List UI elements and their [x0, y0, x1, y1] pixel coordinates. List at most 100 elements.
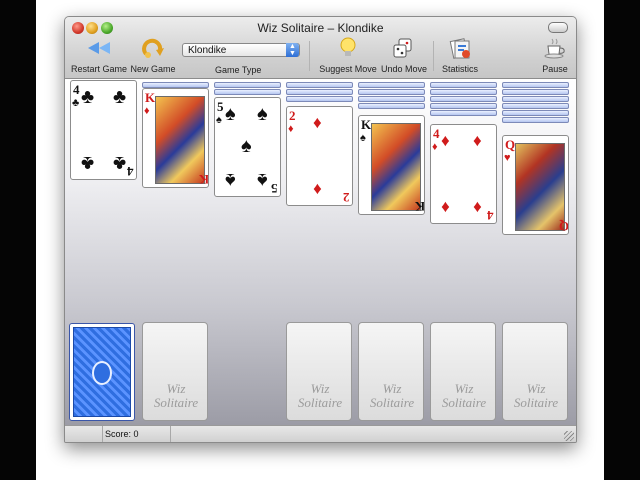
face-down-card — [502, 117, 569, 123]
waste-pile-slot[interactable]: Wiz Solitaire — [142, 322, 208, 421]
new-game-button[interactable]: New Game — [128, 37, 178, 74]
undo-move-button[interactable]: Undo Move — [380, 37, 428, 74]
desktop-left-bar — [0, 0, 36, 480]
foundation-slot-1[interactable]: Wiz Solitaire — [286, 322, 352, 421]
queen-face-art — [515, 143, 565, 231]
rewind-icon — [86, 37, 112, 59]
card-rank: 2 — [289, 108, 296, 123]
slot-watermark: Wiz Solitaire — [291, 382, 349, 410]
slot-watermark: Wiz Solitaire — [147, 382, 205, 410]
slot-watermark: Wiz Solitaire — [435, 382, 493, 410]
card-suit: ♦ — [432, 141, 438, 153]
card-suit: ♥ — [504, 152, 511, 164]
wm-line2: Solitaire — [153, 395, 199, 410]
face-down-card — [430, 103, 497, 109]
wm-line2: Solitaire — [441, 395, 487, 410]
card-pip: ♠ — [257, 103, 268, 125]
pause-button[interactable]: Pause — [535, 37, 575, 74]
slot-watermark: Wiz Solitaire — [363, 382, 421, 410]
wm-line1: Wiz — [382, 381, 402, 396]
face-down-card — [358, 89, 425, 95]
card-pip: ♣ — [113, 152, 127, 174]
card-rank: 5 — [217, 99, 224, 114]
king-face-art — [155, 96, 205, 184]
tableau-card-5[interactable]: K ♠ K — [358, 115, 425, 215]
card-rank: 4 — [127, 164, 134, 179]
game-type-select[interactable]: Klondike ▲ ▼ — [182, 43, 300, 57]
face-down-card — [502, 96, 569, 102]
wm-line1: Wiz — [526, 381, 546, 396]
card-pip: ♠ — [257, 169, 268, 191]
card-pip: ♦ — [313, 180, 322, 199]
foundation-slot-3[interactable]: Wiz Solitaire — [430, 322, 496, 421]
card-suit: ♦ — [144, 105, 150, 117]
card-rank: 4 — [433, 126, 440, 141]
face-down-card — [502, 110, 569, 116]
status-bar: Score: 0 — [65, 425, 576, 442]
coffee-cup-icon — [542, 37, 568, 59]
tableau-card-3[interactable]: 5 ♠ ♠ ♠ ♠ ♠ ♠ 5 — [214, 97, 281, 197]
tableau-card-2[interactable]: K ♦ K — [142, 88, 209, 188]
card-rank: 4 — [487, 208, 494, 223]
statistics-label: Statistics — [441, 64, 478, 74]
app-window: Wiz Solitaire – Klondike Restart Game Ne… — [64, 16, 577, 443]
toolbar-separator — [433, 41, 434, 71]
tableau-card-7[interactable]: Q ♥ Q — [502, 135, 569, 235]
resize-grip[interactable] — [564, 431, 574, 441]
wm-line1: Wiz — [454, 381, 474, 396]
card-pip: ♠ — [241, 135, 252, 157]
king-face-art — [371, 123, 421, 211]
face-down-card — [430, 82, 497, 88]
wm-line2: Solitaire — [297, 395, 343, 410]
desktop-right-bar — [604, 0, 640, 480]
card-pip: ♣ — [81, 152, 95, 174]
score-text: Score: 0 — [105, 429, 139, 439]
face-down-card — [502, 89, 569, 95]
toolbar-toggle-button[interactable] — [548, 22, 568, 33]
statistics-button[interactable]: Statistics — [435, 37, 485, 74]
wm-line1: Wiz — [310, 381, 330, 396]
card-suit: ♠ — [216, 114, 222, 126]
title-bar: Wiz Solitaire – Klondike Restart Game Ne… — [65, 17, 576, 79]
window-title: Wiz Solitaire – Klondike — [257, 21, 384, 35]
card-suit: ♦ — [288, 123, 294, 135]
card-pip: ♦ — [473, 131, 482, 150]
foundation-slot-2[interactable]: Wiz Solitaire — [358, 322, 424, 421]
card-rank: 2 — [343, 190, 350, 205]
wm-line2: Solitaire — [513, 395, 559, 410]
face-down-card — [286, 96, 353, 102]
card-rank: Q — [505, 137, 516, 152]
restart-game-label: Restart Game — [71, 64, 128, 74]
foundation-slot-4[interactable]: Wiz Solitaire — [502, 322, 568, 421]
face-down-card — [430, 96, 497, 102]
card-rank: K — [199, 172, 209, 187]
suggest-move-button[interactable]: Suggest Move — [317, 37, 379, 74]
card-rank: 5 — [271, 181, 278, 196]
game-type-value: Klondike — [188, 45, 227, 56]
card-rank: K — [415, 199, 425, 214]
card-suit: ♣ — [72, 97, 80, 109]
face-down-card — [358, 103, 425, 109]
lightbulb-icon — [335, 37, 361, 59]
tableau-card-4[interactable]: 2 ♦ ♦ ♦ 2 — [286, 106, 353, 206]
face-down-card — [502, 103, 569, 109]
restart-game-button[interactable]: Restart Game — [71, 37, 127, 74]
card-rank: K — [145, 90, 156, 105]
toolbar-separator — [309, 41, 310, 71]
card-rank: K — [361, 117, 372, 132]
wm-line1: Wiz — [166, 381, 186, 396]
status-cell — [65, 426, 103, 442]
face-down-card — [358, 96, 425, 102]
face-down-card — [286, 82, 353, 88]
stock-pile[interactable] — [69, 323, 135, 421]
tableau-card-1[interactable]: 4 ♣ ♣ ♣ ♣ ♣ 4 — [70, 80, 137, 180]
card-pip: ♦ — [441, 198, 450, 217]
card-pip: ♦ — [441, 131, 450, 150]
undo-move-label: Undo Move — [380, 64, 428, 74]
pause-label: Pause — [542, 64, 568, 74]
slot-watermark: Wiz Solitaire — [507, 382, 565, 410]
tableau-card-6[interactable]: 4 ♦ ♦ ♦ ♦ ♦ 4 — [430, 124, 497, 224]
select-arrows-icon: ▲ ▼ — [286, 43, 299, 57]
card-back-medallion — [92, 361, 112, 385]
card-rank: Q — [559, 219, 569, 234]
